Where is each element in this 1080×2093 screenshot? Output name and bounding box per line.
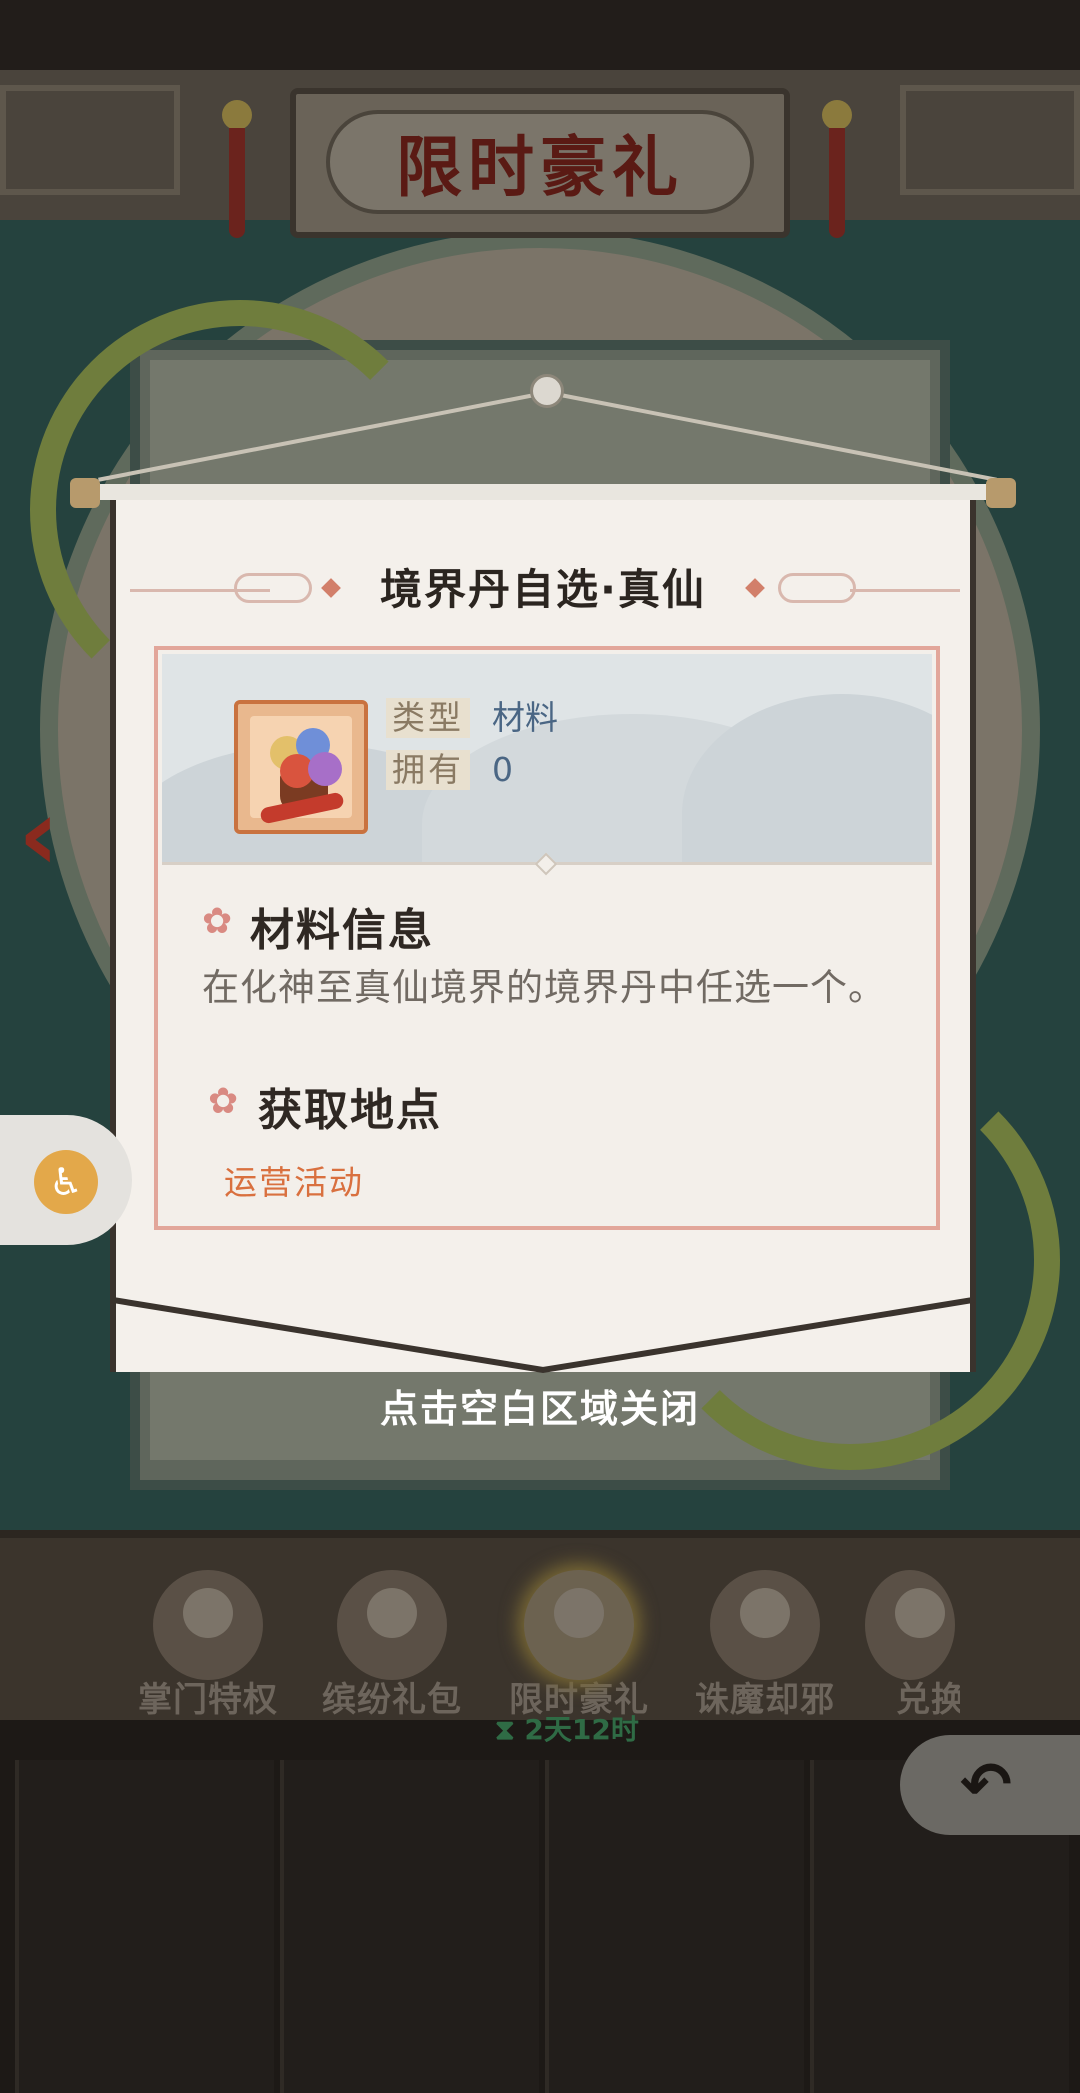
tassel-icon bbox=[229, 128, 245, 238]
tab-character-avatar bbox=[710, 1570, 820, 1680]
title-divider bbox=[850, 589, 960, 592]
tab-zhumo-quexie[interactable]: 诛魔却邪 bbox=[675, 1570, 855, 1740]
tab-character-avatar bbox=[865, 1570, 955, 1680]
item-type-label: 类型 bbox=[386, 698, 470, 738]
floor-panel bbox=[15, 1760, 274, 2093]
info-section-title: 材料信息 bbox=[250, 905, 434, 956]
scroll-rod-cap bbox=[70, 478, 100, 508]
scroll-rod-cap bbox=[986, 478, 1016, 508]
lattice-decoration-left bbox=[0, 85, 180, 195]
mountain-decoration bbox=[682, 694, 932, 864]
source-link[interactable]: 运营活动 bbox=[224, 1156, 364, 1204]
tassel-knot-icon bbox=[822, 100, 852, 130]
tab-character-avatar bbox=[524, 1570, 634, 1680]
tab-binfen-libao[interactable]: 缤纷礼包 bbox=[302, 1570, 482, 1740]
scroll-rod bbox=[74, 484, 1014, 500]
banner-title: 限时豪礼 bbox=[326, 110, 754, 214]
item-detail-card: 类型 材料 拥有 0 ✿ 材料信息 在化神至真仙境界的境界丹中任选一个。 ✿ 获… bbox=[154, 646, 940, 1230]
cloud-ornament-icon bbox=[778, 573, 856, 603]
flower-icon: ✿ bbox=[202, 901, 233, 942]
back-arrow-icon: ↶ bbox=[960, 1748, 1012, 1821]
floor-panel bbox=[280, 1760, 539, 2093]
item-owned-label: 拥有 bbox=[386, 750, 470, 790]
tab-zhangmen-tequan[interactable]: 掌门特权 bbox=[118, 1570, 298, 1740]
popup-title-row: 境界丹自选·真仙 bbox=[110, 555, 976, 625]
item-header: 类型 材料 拥有 0 bbox=[162, 654, 932, 864]
pill-bundle-icon bbox=[234, 700, 368, 834]
hanging-knob bbox=[530, 374, 564, 408]
tab-character-avatar bbox=[153, 1570, 263, 1680]
tab-character-avatar bbox=[337, 1570, 447, 1680]
floor-panel bbox=[545, 1760, 804, 2093]
lattice-decoration-right bbox=[900, 85, 1080, 195]
item-owned-value: 0 bbox=[492, 750, 513, 789]
close-hint[interactable]: 点击空白区域关闭 bbox=[0, 1378, 1080, 1433]
tab-duihuan[interactable]: 兑换 bbox=[860, 1570, 960, 1740]
item-type-value: 材料 bbox=[492, 698, 558, 737]
scroll-bottom-edge bbox=[110, 1270, 976, 1374]
hourglass-icon: ⧗ bbox=[495, 1713, 515, 1746]
flower-icon: ✿ bbox=[208, 1081, 239, 1122]
top-status-area bbox=[0, 0, 1080, 70]
banner-plaque: 限时豪礼 bbox=[290, 88, 790, 238]
tab-timer: ⧗ 2天12时 bbox=[495, 1713, 639, 1746]
info-description: 在化神至真仙境界的境界丹中任选一个。 bbox=[202, 966, 886, 1009]
tassel-icon bbox=[829, 128, 845, 238]
chevron-left-icon[interactable]: ‹ bbox=[18, 785, 98, 885]
tassel-knot-icon bbox=[222, 100, 252, 130]
accessibility-icon[interactable]: ♿ bbox=[34, 1150, 98, 1214]
source-section-title: 获取地点 bbox=[258, 1085, 442, 1136]
